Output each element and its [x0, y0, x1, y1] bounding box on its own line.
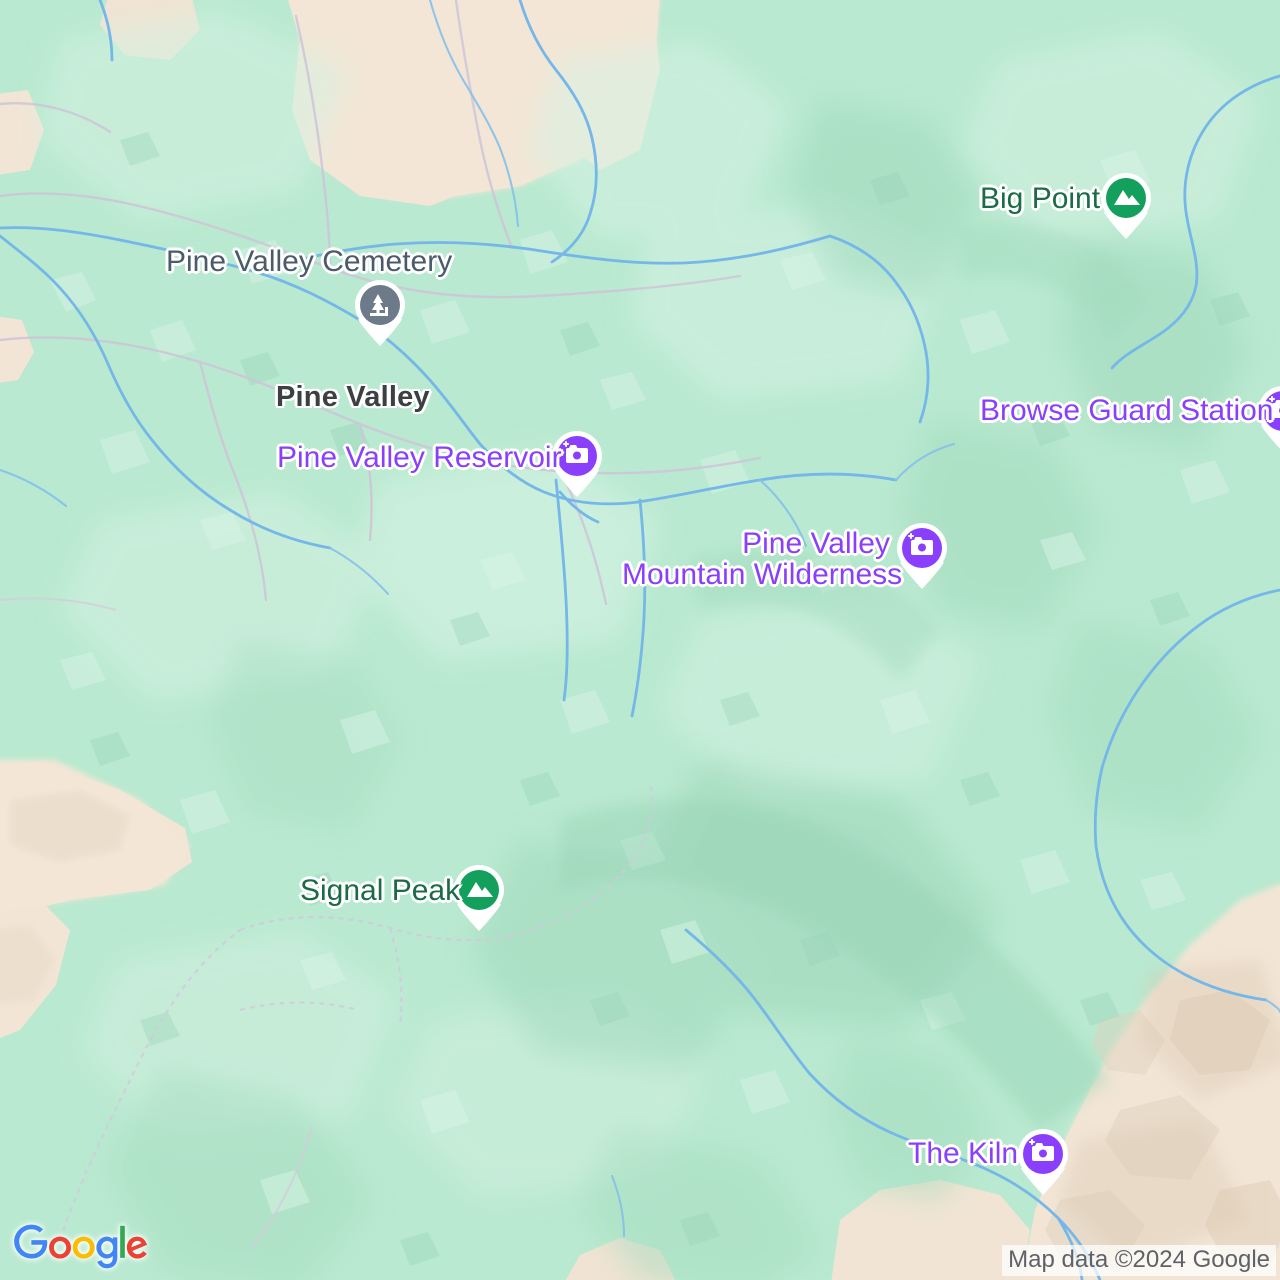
- label-pine-valley-cemetery[interactable]: Pine Valley Cemetery: [166, 246, 452, 277]
- label-pine-valley-reservoir[interactable]: Pine Valley Reservoir: [277, 442, 562, 473]
- label-text: Pine Valley Reservoir: [277, 441, 562, 474]
- map-attribution[interactable]: Map data ©2024 Google: [1002, 1245, 1276, 1276]
- label-text: Signal Peak: [300, 874, 461, 907]
- label-big-point[interactable]: Big Point: [980, 183, 1100, 214]
- marker-pine-valley-cemetery[interactable]: [352, 279, 408, 347]
- marker-big-point[interactable]: [1098, 172, 1154, 240]
- label-pine-valley[interactable]: Pine Valley: [276, 382, 430, 412]
- marker-the-kiln[interactable]: [1015, 1128, 1071, 1196]
- label-text: Pine Valley Cemetery: [166, 245, 453, 278]
- label-browse-guard-station[interactable]: Browse Guard Station: [980, 395, 1273, 426]
- marker-pine-valley-mountain-wilderness[interactable]: [894, 522, 950, 590]
- label-text-line1: Pine Valley: [742, 527, 890, 560]
- label-the-kiln[interactable]: The Kiln: [908, 1138, 1018, 1169]
- label-text-line2: Mountain Wilderness: [622, 558, 903, 592]
- label-pine-valley-mountain-wilderness[interactable]: Pine Valley Mountain Wilderness: [622, 527, 903, 592]
- label-text: Big Point: [980, 182, 1101, 215]
- google-logo[interactable]: [14, 1224, 148, 1270]
- label-text: Pine Valley: [276, 381, 430, 413]
- map-canvas[interactable]: Big Point Pine Valley Cemetery Pine Vall…: [0, 0, 1280, 1280]
- label-signal-peak[interactable]: Signal Peak: [300, 875, 460, 906]
- label-text: Browse Guard Station: [980, 394, 1274, 427]
- label-text: The Kiln: [908, 1137, 1019, 1170]
